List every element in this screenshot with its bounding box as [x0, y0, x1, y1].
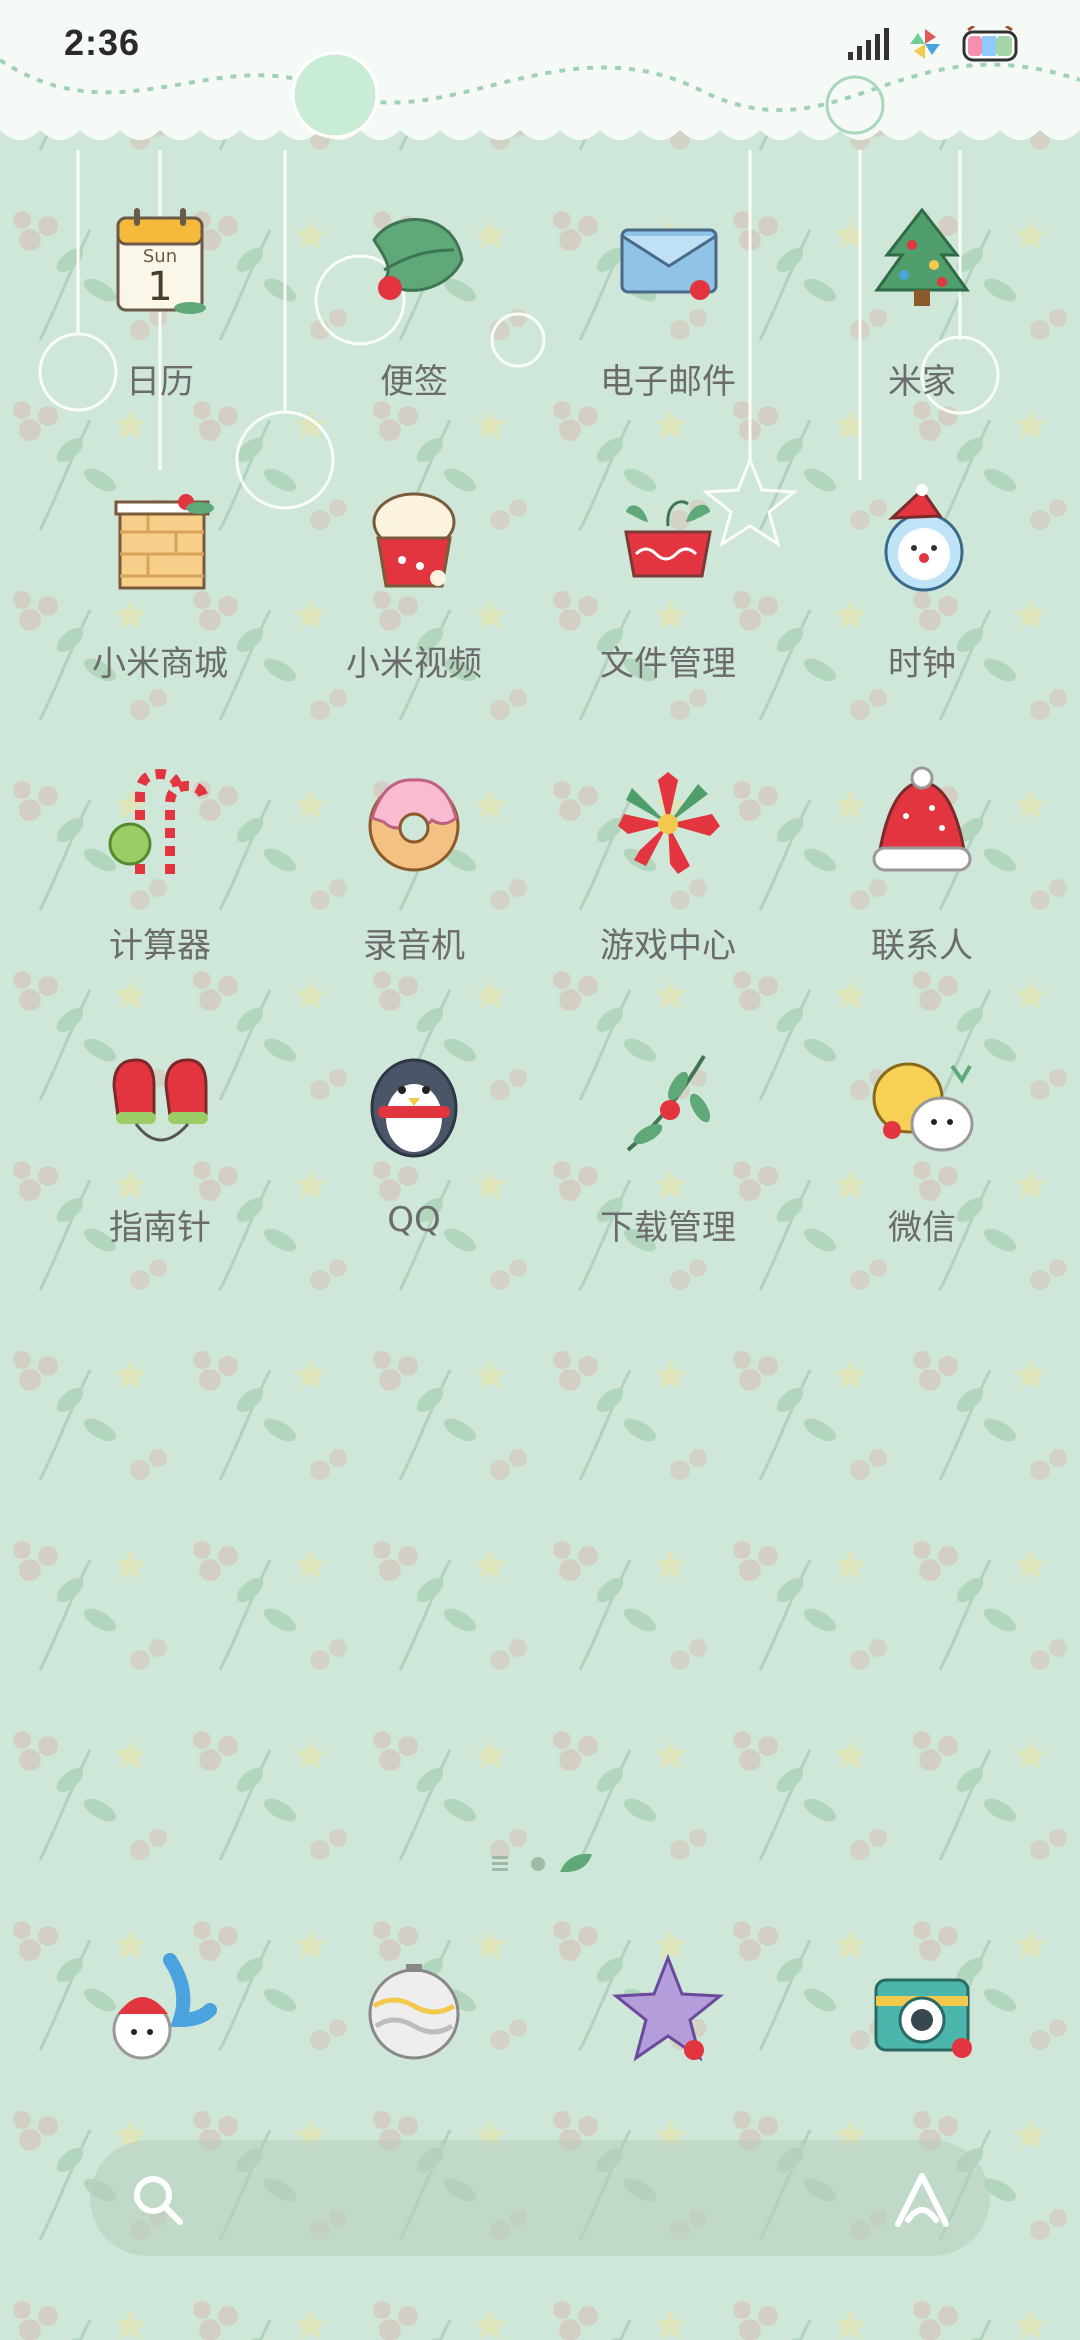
svg-text:1: 1 — [147, 264, 172, 310]
app-label: QQ — [387, 1200, 441, 1240]
popcorn-icon — [372, 492, 456, 588]
app-label: 小米商城 — [92, 644, 228, 684]
app-notes[interactable]: 便签 — [304, 200, 524, 420]
battery-icon — [962, 26, 1018, 62]
app-contacts[interactable]: 联系人 — [812, 764, 1032, 984]
phone-santa-icon — [112, 1953, 217, 2060]
assistant-icon[interactable] — [890, 2168, 954, 2232]
dock-phone[interactable] — [50, 1950, 270, 2080]
envelope-icon — [620, 228, 718, 300]
dock — [0, 1950, 1080, 2080]
all-apps-lines-icon — [492, 1856, 508, 1871]
calendar-icon: Sun 1 — [116, 208, 206, 314]
app-label: 游戏中心 — [600, 926, 736, 966]
gift-box-icon — [114, 494, 214, 590]
app-label: 下载管理 — [600, 1208, 736, 1248]
pinwheel-icon — [910, 29, 940, 59]
app-download-manager[interactable]: 下载管理 — [558, 1046, 778, 1266]
app-mi-video[interactable]: 小米视频 — [304, 482, 524, 702]
camera-icon — [874, 1978, 972, 2058]
mittens-icon — [112, 1058, 208, 1142]
search-icon[interactable] — [128, 2170, 188, 2230]
app-compass[interactable]: 指南针 — [50, 1046, 270, 1266]
app-mi-store[interactable]: 小米商城 — [50, 482, 270, 702]
status-time: 2:36 — [64, 22, 141, 63]
donut-icon — [368, 778, 460, 872]
app-label: 日历 — [126, 362, 194, 402]
page-indicator[interactable] — [488, 1848, 608, 1878]
star-icon — [611, 1953, 725, 2062]
app-wechat[interactable]: 微信 — [812, 1046, 1032, 1266]
status-bar: 2:36 — [0, 0, 1080, 96]
app-calculator[interactable]: 计算器 — [50, 764, 270, 984]
app-label: 指南针 — [109, 1208, 211, 1248]
page-dot-icon — [531, 1857, 545, 1871]
app-clock[interactable]: 时钟 — [812, 482, 1032, 702]
app-calendar[interactable]: Sun 1 日历 — [50, 200, 270, 420]
app-qq[interactable]: QQ — [304, 1046, 524, 1266]
app-mijia[interactable]: 米家 — [812, 200, 1032, 420]
notes-leaf-icon — [372, 218, 464, 300]
plant-pot-icon — [624, 500, 712, 578]
app-label: 联系人 — [871, 926, 973, 966]
app-label: 微信 — [888, 1208, 956, 1248]
app-label: 录音机 — [363, 926, 465, 966]
ornament-ball-icon — [368, 1964, 460, 2060]
app-label: 文件管理 — [600, 644, 736, 684]
signal-icon — [848, 28, 889, 60]
dock-favorites[interactable] — [558, 1950, 778, 2080]
app-label: 米家 — [888, 362, 956, 402]
app-label: 计算器 — [109, 926, 211, 966]
app-game-center[interactable]: 游戏中心 — [558, 764, 778, 984]
berry-branch-icon — [626, 1054, 711, 1152]
app-label: 小米视频 — [346, 644, 482, 684]
buddies-icon — [872, 1062, 974, 1152]
snowman-clock-icon — [884, 484, 964, 592]
poinsettia-icon — [618, 772, 720, 874]
dock-browser[interactable] — [304, 1950, 524, 2080]
penguin-icon — [370, 1058, 458, 1158]
status-icons — [848, 26, 1020, 62]
current-page-leaf-icon — [560, 1853, 592, 1873]
app-recorder[interactable]: 录音机 — [304, 764, 524, 984]
app-label: 便签 — [380, 362, 448, 402]
app-email[interactable]: 电子邮件 — [558, 200, 778, 420]
santa-hat-icon — [872, 766, 972, 872]
app-file-manager[interactable]: 文件管理 — [558, 482, 778, 702]
candy-cane-icon — [108, 768, 209, 874]
search-bar[interactable] — [90, 2140, 990, 2256]
app-label: 时钟 — [888, 644, 956, 684]
christmas-tree-icon — [874, 207, 970, 306]
app-label: 电子邮件 — [600, 362, 736, 402]
dock-camera[interactable] — [812, 1950, 1032, 2080]
